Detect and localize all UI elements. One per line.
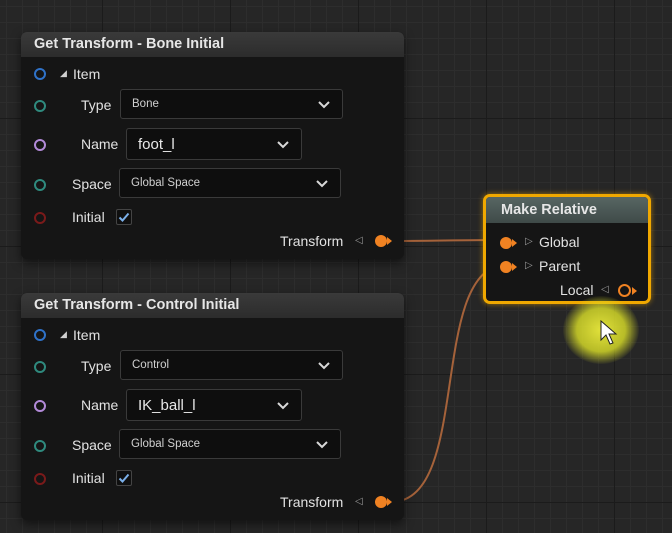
pin-arrow-icon (387, 237, 392, 245)
item-row: ◢ Item (21, 318, 404, 352)
parent-input-label: Parent (539, 258, 581, 274)
pin-arrow-icon (512, 239, 517, 247)
local-output-label: Local (560, 282, 594, 298)
chevron-down-icon (277, 141, 289, 149)
pin-arrow-icon: ▷ (525, 260, 533, 271)
space-pin[interactable] (34, 440, 46, 452)
type-pin[interactable] (34, 361, 46, 373)
checkmark-icon (118, 212, 130, 222)
item-pin[interactable] (34, 329, 46, 341)
name-row: Name foot_l (21, 127, 404, 161)
name-pin[interactable] (34, 139, 46, 151)
initial-pin[interactable] (34, 473, 46, 485)
transform-output-label: Transform (280, 233, 344, 249)
item-label: Item (73, 327, 101, 343)
type-value: Bone (132, 98, 159, 110)
initial-pin[interactable] (34, 212, 46, 224)
transform-output-pin[interactable] (375, 496, 387, 508)
checkmark-icon (118, 473, 130, 483)
name-label: Name (81, 397, 119, 413)
space-pin[interactable] (34, 179, 46, 191)
pin-arrow-icon: ◁ (355, 235, 363, 246)
item-pin[interactable] (34, 68, 46, 80)
pin-arrow-icon: ▷ (525, 236, 533, 247)
global-input-label: Global (539, 234, 580, 250)
node-get-transform-bone-initial[interactable]: Get Transform - Bone Initial ◢ Item Type… (21, 32, 404, 259)
initial-row: Initial (21, 200, 404, 234)
pin-arrow-icon (512, 263, 517, 271)
node-title[interactable]: Get Transform - Bone Initial (21, 32, 404, 57)
initial-label: Initial (72, 209, 105, 225)
pin-arrow-icon (387, 498, 392, 506)
name-label: Name (81, 136, 119, 152)
transform-output-pin[interactable] (375, 235, 387, 247)
chevron-down-icon (316, 180, 328, 188)
pin-arrow-icon: ◁ (355, 496, 363, 507)
node-title[interactable]: Get Transform - Control Initial (21, 293, 404, 318)
space-label: Space (72, 437, 112, 453)
name-pin[interactable] (34, 400, 46, 412)
node-title[interactable]: Make Relative (486, 197, 648, 223)
initial-row: Initial (21, 461, 404, 495)
space-value: Global Space (131, 177, 201, 189)
type-label: Type (81, 97, 112, 113)
space-label: Space (72, 176, 112, 192)
node-get-transform-control-initial[interactable]: Get Transform - Control Initial ◢ Item T… (21, 293, 404, 520)
expand-triangle-icon[interactable]: ◢ (60, 329, 67, 340)
chevron-down-icon (277, 402, 289, 410)
transform-output-label: Transform (280, 494, 344, 510)
type-dropdown[interactable]: Control (120, 350, 343, 380)
name-value: foot_l (138, 135, 175, 153)
space-dropdown[interactable]: Global Space (119, 168, 341, 198)
item-label: Item (73, 66, 101, 82)
type-pin[interactable] (34, 100, 46, 112)
item-row: ◢ Item (21, 57, 404, 91)
local-output-pin[interactable] (618, 284, 631, 297)
initial-checkbox[interactable] (116, 470, 132, 486)
initial-label: Initial (72, 470, 105, 486)
type-value: Control (132, 359, 170, 371)
name-dropdown[interactable]: foot_l (126, 128, 302, 160)
mouse-cursor-icon (600, 320, 618, 345)
name-dropdown[interactable]: IK_ball_l (126, 389, 302, 421)
space-row: Space Global Space (21, 428, 404, 462)
node-make-relative[interactable]: Make Relative ▷ Global ▷ Parent Local ◁ (483, 194, 651, 304)
space-row: Space Global Space (21, 167, 404, 201)
type-row: Type Control (21, 349, 404, 383)
chevron-down-icon (318, 362, 330, 370)
type-label: Type (81, 358, 112, 374)
parent-input-pin[interactable] (500, 261, 512, 273)
type-dropdown[interactable]: Bone (120, 89, 343, 119)
pin-arrow-icon (632, 287, 637, 295)
expand-triangle-icon[interactable]: ◢ (60, 68, 67, 79)
space-dropdown[interactable]: Global Space (119, 429, 341, 459)
name-row: Name IK_ball_l (21, 388, 404, 422)
name-value: IK_ball_l (138, 396, 196, 414)
chevron-down-icon (316, 441, 328, 449)
space-value: Global Space (131, 438, 201, 450)
initial-checkbox[interactable] (116, 209, 132, 225)
type-row: Type Bone (21, 88, 404, 122)
pin-arrow-icon: ◁ (601, 284, 609, 295)
chevron-down-icon (318, 101, 330, 109)
global-input-pin[interactable] (500, 237, 512, 249)
